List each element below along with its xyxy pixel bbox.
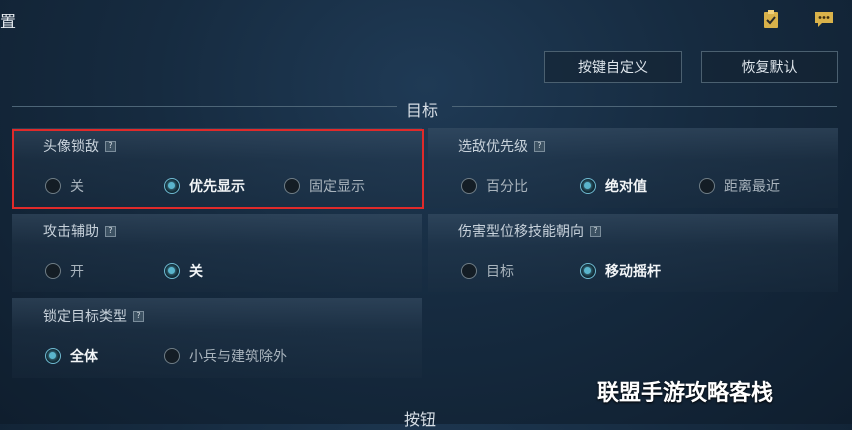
radio-selected-icon	[580, 178, 596, 194]
section-title-target: 目标	[406, 101, 439, 120]
restore-defaults-button[interactable]: 恢复默认	[701, 51, 838, 83]
watermark-text: 联盟手游攻略客栈	[597, 381, 774, 406]
help-icon[interactable]: ?	[133, 310, 144, 322]
option-label: 关	[189, 264, 203, 280]
panel-title-lock-target-type: 锁定目标类型 ?	[43, 306, 144, 326]
panel-target-priority: 选敌优先级 ? 百分比 绝对值 距离最近	[428, 128, 838, 208]
radio-option-percentage[interactable]: 百分比	[461, 176, 528, 196]
option-label: 目标	[486, 264, 514, 280]
panel-title-attack-assist: 攻击辅助 ?	[43, 221, 116, 241]
panel-title-target-priority: 选敌优先级 ?	[458, 136, 545, 156]
chat-bubble-icon[interactable]	[813, 8, 835, 30]
radio-option-nearest[interactable]: 距离最近	[699, 176, 780, 196]
help-icon[interactable]: ?	[534, 140, 545, 152]
panel-attack-assist: 攻击辅助 ? 开 关	[12, 214, 422, 292]
option-label: 全体	[70, 349, 98, 365]
radio-icon	[699, 178, 715, 194]
radio-option-all[interactable]: 全体	[45, 346, 98, 366]
radio-icon	[164, 348, 180, 364]
section-divider-left	[12, 106, 397, 107]
section-divider-right	[452, 106, 837, 107]
help-icon[interactable]: ?	[105, 225, 116, 237]
radio-option-target[interactable]: 目标	[461, 261, 514, 281]
option-label: 开	[70, 264, 84, 280]
radio-icon	[461, 178, 477, 194]
settings-title: 置	[0, 12, 17, 31]
section-title-buttons: 按钮	[404, 410, 437, 429]
highlight-box	[12, 129, 424, 209]
radio-selected-icon	[45, 348, 61, 364]
radio-option-exclude-minions-buildings[interactable]: 小兵与建筑除外	[164, 346, 287, 366]
option-label: 移动摇杆	[605, 264, 661, 280]
radio-icon	[461, 263, 477, 279]
radio-option-off[interactable]: 关	[164, 261, 203, 281]
panel-lock-target-type: 锁定目标类型 ? 全体 小兵与建筑除外	[12, 298, 422, 378]
radio-option-move-joystick[interactable]: 移动摇杆	[580, 261, 661, 281]
customize-keys-button[interactable]: 按键自定义	[544, 51, 682, 83]
panel-damage-skill-direction: 伤害型位移技能朝向 ? 目标 移动摇杆	[428, 214, 838, 292]
radio-option-on[interactable]: 开	[45, 261, 84, 281]
panel-title-text: 锁定目标类型	[43, 309, 127, 325]
radio-selected-icon	[164, 263, 180, 279]
radio-icon	[45, 263, 61, 279]
panel-title-text: 伤害型位移技能朝向	[458, 224, 584, 240]
option-label: 百分比	[486, 179, 528, 195]
help-icon[interactable]: ?	[590, 225, 601, 237]
option-label: 绝对值	[605, 179, 647, 195]
option-label: 距离最近	[724, 179, 780, 195]
radio-selected-icon	[580, 263, 596, 279]
panel-title-damage-skill-direction: 伤害型位移技能朝向 ?	[458, 221, 601, 241]
panel-title-text: 攻击辅助	[43, 224, 99, 240]
panel-title-text: 选敌优先级	[458, 139, 528, 155]
option-label: 小兵与建筑除外	[189, 349, 287, 365]
radio-option-absolute[interactable]: 绝对值	[580, 176, 647, 196]
clipboard-check-icon[interactable]	[760, 8, 782, 30]
